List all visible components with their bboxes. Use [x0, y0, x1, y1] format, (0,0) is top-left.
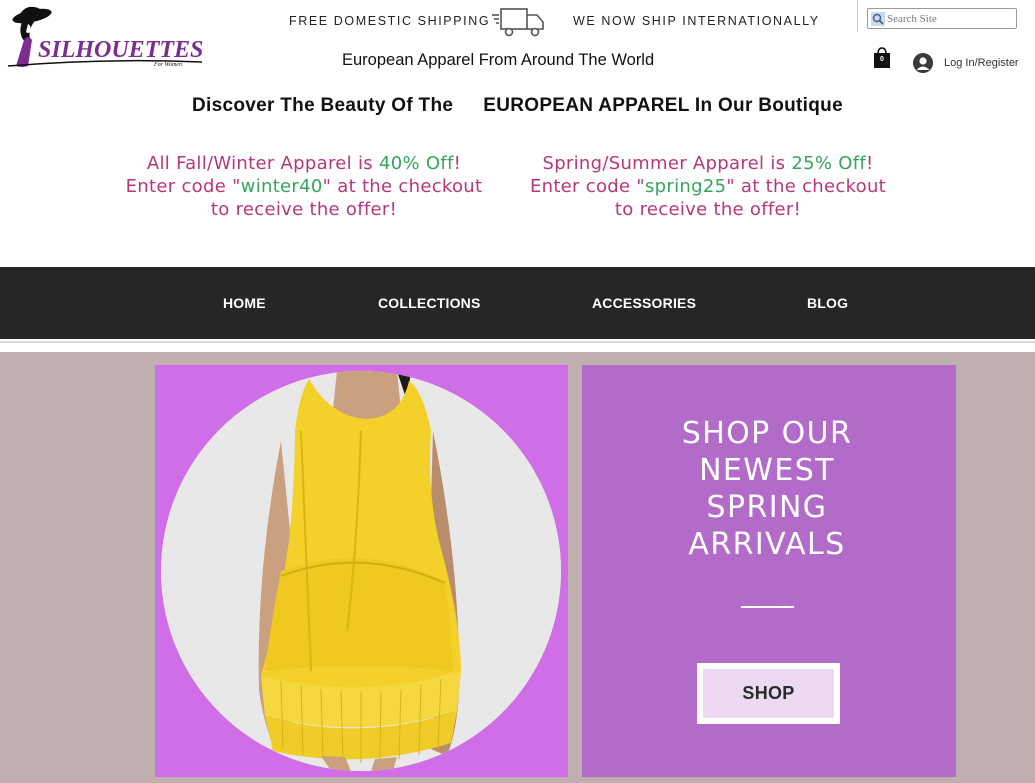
new-arrivals-heading: SHOP OUR NEWEST SPRING ARRIVALS	[681, 416, 853, 562]
promo-code: winter40	[240, 176, 323, 197]
user-avatar-icon	[913, 53, 933, 73]
login-register-button[interactable]: Log In/Register	[913, 53, 1019, 73]
site-tagline: European Apparel From Around The World	[342, 51, 655, 69]
headline-part-1: Discover The Beauty Of The	[192, 95, 454, 116]
product-photo-frame	[155, 365, 568, 777]
search-icon[interactable]	[871, 11, 885, 26]
search-input[interactable]	[887, 12, 1007, 25]
product-photo[interactable]	[161, 371, 561, 771]
promo-code: spring25	[644, 176, 727, 197]
new-arrivals-panel: SHOP OUR NEWEST SPRING ARRIVALS SHOP	[582, 365, 956, 777]
hero-banner: SHOP OUR NEWEST SPRING ARRIVALS SHOP	[0, 352, 1035, 783]
brand-logo[interactable]: SILHOUETTES For Women	[6, 4, 206, 70]
header-divider	[857, 0, 858, 32]
svg-text:For Women: For Women	[153, 62, 182, 68]
shop-button[interactable]: SHOP	[697, 663, 840, 724]
cart-count-badge: 0	[880, 56, 884, 63]
logo-hat-icon: SILHOUETTES For Women	[7, 6, 203, 68]
headline-part-2: EUROPEAN APPAREL In Our Boutique	[483, 95, 843, 116]
promo-winter: All Fall/Winter Apparel is 40% Off! Ente…	[125, 153, 483, 220]
main-navigation: HOME COLLECTIONS ACCESSORIES BLOG	[0, 267, 1035, 339]
promo-discount: 40% Off	[378, 153, 454, 174]
login-label: Log In/Register	[944, 57, 1019, 69]
yellow-dress-image	[161, 371, 561, 771]
shop-button-label: SHOP	[703, 669, 834, 718]
promo-spring: Spring/Summer Apparel is 25% Off! Enter …	[529, 153, 887, 220]
nav-accessories[interactable]: ACCESSORIES	[592, 295, 696, 311]
nav-collections[interactable]: COLLECTIONS	[378, 295, 481, 311]
svg-text:SILHOUETTES: SILHOUETTES	[38, 37, 203, 63]
nav-home[interactable]: HOME	[223, 295, 266, 311]
boutique-headline: Discover The Beauty Of The EUROPEAN APPAR…	[0, 95, 1035, 117]
nav-blog[interactable]: BLOG	[807, 295, 848, 311]
heading-underline	[741, 606, 794, 608]
promo-discount: 25% Off	[791, 153, 866, 174]
free-shipping-notice: FREE DOMESTIC SHIPPING	[289, 14, 491, 28]
site-search[interactable]	[867, 8, 1017, 29]
international-shipping-notice: WE NOW SHIP INTERNATIONALLY	[573, 14, 820, 28]
nav-divider	[0, 341, 1035, 343]
truck-icon	[492, 8, 544, 37]
